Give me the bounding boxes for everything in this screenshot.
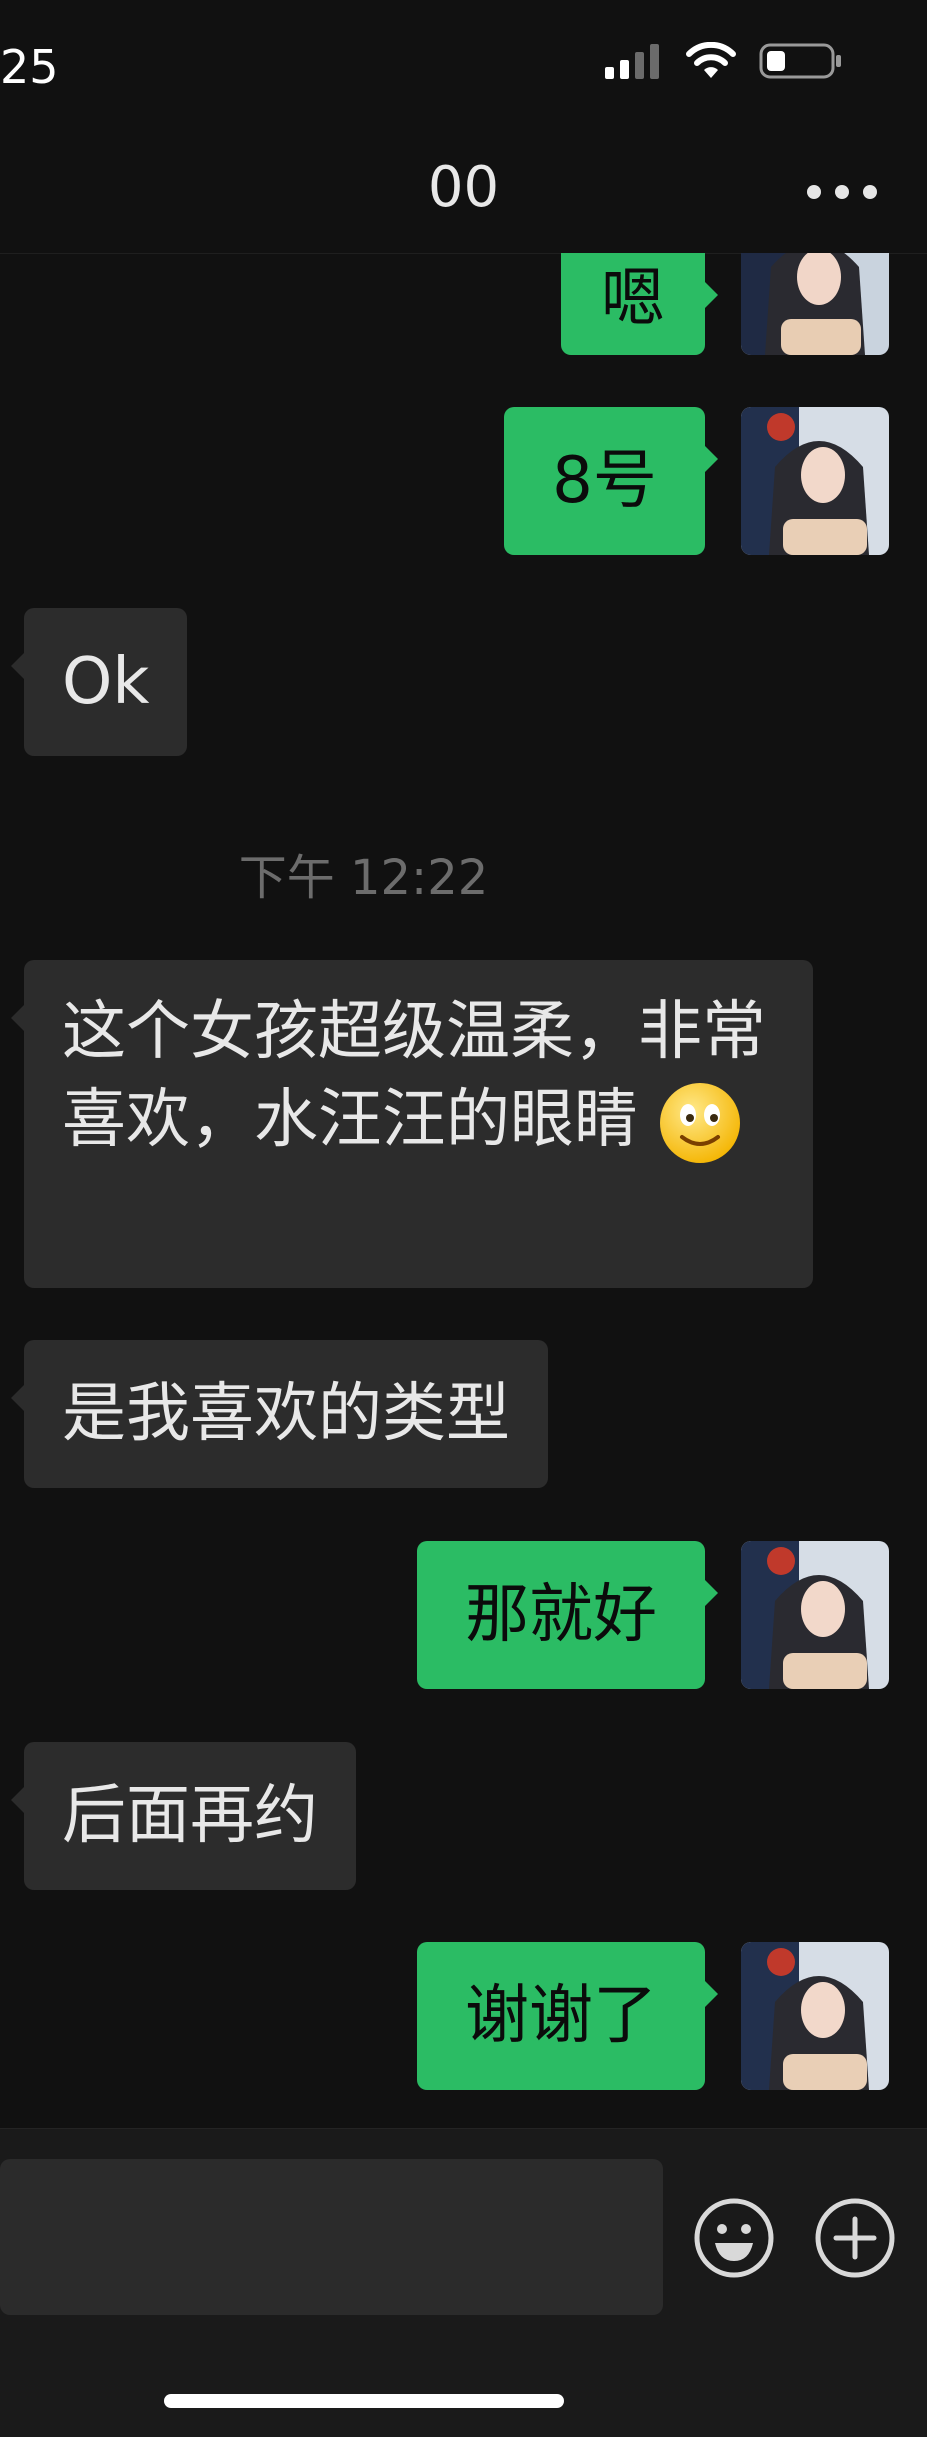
slight-smile-emoji-icon bbox=[660, 1083, 741, 1164]
chat-title: 00 bbox=[427, 155, 500, 220]
emoji-button[interactable] bbox=[693, 2197, 775, 2279]
dot-icon bbox=[807, 185, 821, 199]
their-message-bubble[interactable]: 后面再约 bbox=[11, 1742, 356, 1890]
home-indicator[interactable] bbox=[164, 2394, 564, 2408]
message-text: 那就好 bbox=[465, 1578, 657, 1652]
my-message-bubble[interactable]: 谢谢了 bbox=[417, 1942, 718, 2090]
more-options-button[interactable] bbox=[807, 177, 877, 207]
my-message-bubble[interactable]: 那就好 bbox=[417, 1541, 718, 1689]
my-message-bubble[interactable]: 嗯 bbox=[561, 253, 718, 355]
status-icons bbox=[603, 42, 843, 80]
avatar-image bbox=[741, 1541, 889, 1689]
avatar-image bbox=[741, 253, 889, 355]
input-bar bbox=[0, 2128, 927, 2437]
their-message-bubble[interactable]: 这个女孩超级温柔，非常喜欢，水汪汪的眼睛 bbox=[11, 960, 813, 1288]
dot-icon bbox=[835, 185, 849, 199]
message-input[interactable] bbox=[0, 2159, 663, 2315]
message-text: 是我喜欢的类型 bbox=[62, 1377, 510, 1451]
status-bar: 25 bbox=[0, 0, 927, 125]
battery-icon bbox=[759, 43, 841, 79]
my-avatar[interactable] bbox=[741, 407, 889, 555]
my-avatar[interactable] bbox=[741, 1541, 889, 1689]
my-message-bubble[interactable]: 8号 bbox=[504, 407, 718, 555]
dot-icon bbox=[863, 185, 877, 199]
avatar-image bbox=[741, 407, 889, 555]
message-text: 后面再约 bbox=[62, 1779, 318, 1853]
message-list[interactable]: 嗯 8号 Ok 下午 12:22 这个女孩超级温柔，非常喜欢，水汪汪的眼睛 是我… bbox=[0, 253, 927, 2128]
chat-header: 00 bbox=[0, 125, 927, 254]
message-text: 嗯 bbox=[601, 262, 665, 336]
message-text: Ok bbox=[62, 645, 150, 719]
plus-circle-icon bbox=[815, 2198, 895, 2278]
more-functions-button[interactable] bbox=[814, 2197, 896, 2279]
their-message-bubble[interactable]: 是我喜欢的类型 bbox=[11, 1340, 548, 1488]
my-avatar[interactable] bbox=[741, 1942, 889, 2090]
message-timestamp: 下午 12:22 bbox=[238, 850, 489, 906]
their-message-bubble[interactable]: Ok bbox=[10, 608, 188, 756]
avatar-image bbox=[741, 1942, 889, 2090]
emoji-face-icon bbox=[694, 2198, 774, 2278]
message-text: 谢谢了 bbox=[465, 1979, 657, 2053]
cellular-signal-icon bbox=[605, 44, 659, 79]
wifi-icon bbox=[686, 42, 736, 78]
my-avatar[interactable] bbox=[741, 253, 889, 355]
message-text: 8号 bbox=[552, 444, 657, 518]
status-time: 25 bbox=[0, 40, 59, 94]
